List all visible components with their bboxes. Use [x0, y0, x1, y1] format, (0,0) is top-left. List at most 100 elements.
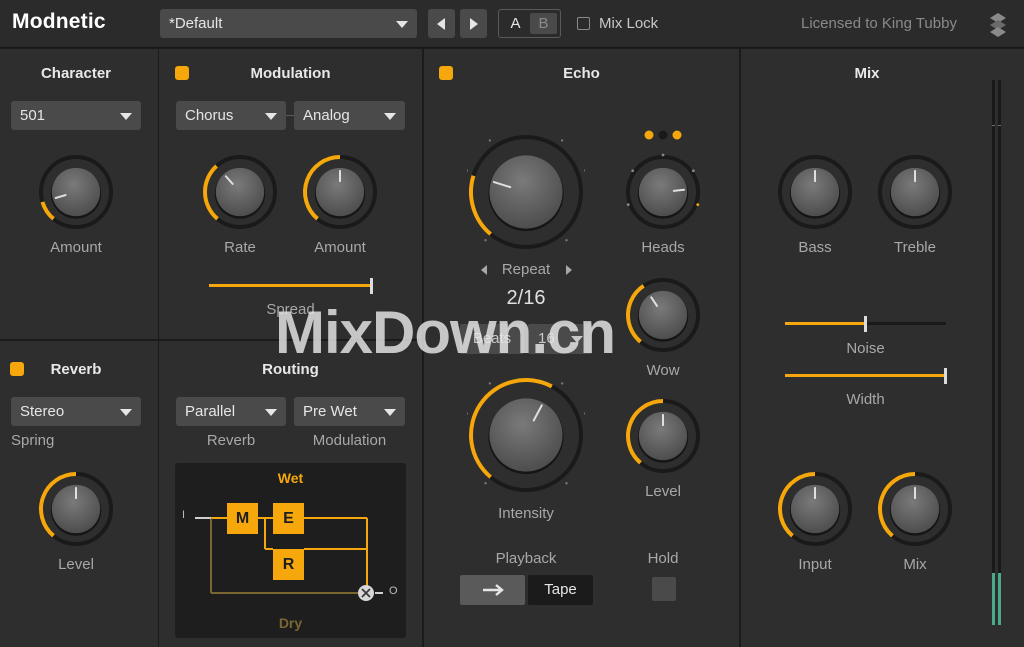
brand-logo-icon — [990, 13, 1006, 37]
mix-bass-label: Bass — [798, 239, 832, 256]
chevron-down-icon — [384, 409, 396, 416]
noise-label: Noise — [846, 340, 885, 357]
chevron-down-icon — [120, 409, 132, 416]
reverb-title: Reverb — [50, 361, 102, 378]
knob-graphic — [463, 127, 589, 249]
routing-reverb-dropdown[interactable]: Parallel — [176, 397, 286, 426]
mix-title: Mix — [854, 65, 880, 82]
knob-graphic — [39, 472, 113, 546]
width-slider-handle[interactable] — [944, 368, 947, 384]
app-title: Modnetic — [12, 10, 106, 33]
preset-name: *Default — [169, 15, 223, 32]
ab-a-button[interactable]: A — [502, 13, 529, 34]
knob-graphic — [626, 153, 700, 229]
hold-toggle[interactable] — [652, 577, 676, 601]
mix-mix-label: Mix — [903, 556, 927, 573]
knob-graphic — [778, 472, 852, 546]
output-meter-right-peak — [998, 125, 1001, 126]
noise-slider-fill — [785, 322, 866, 325]
triangle-left-icon — [437, 18, 445, 30]
routing-block-echo[interactable]: E — [273, 503, 304, 534]
reverb-level-label: Level — [58, 556, 94, 573]
modulation-type-value: Chorus — [185, 107, 234, 124]
routing-block-reverb[interactable]: R — [273, 549, 304, 580]
prev-preset-button[interactable] — [428, 9, 455, 38]
playback-direction-button[interactable] — [460, 575, 525, 605]
modulation-amount-label: Amount — [314, 239, 366, 256]
output-meter-left-level — [992, 573, 995, 625]
output-meter-right-level — [998, 573, 1001, 625]
routing-modulation-dropdown[interactable]: Pre Wet — [294, 397, 405, 426]
echo-heads-knob[interactable] — [624, 153, 702, 236]
mix-mix-knob[interactable] — [876, 470, 954, 553]
next-preset-button[interactable] — [460, 9, 487, 38]
routing-modulation-label: Modulation — [312, 432, 387, 449]
modulation-type-dropdown[interactable]: Chorus — [176, 101, 286, 130]
knob-graphic — [39, 155, 113, 229]
ab-compare-group: A B — [498, 9, 561, 38]
chevron-down-icon — [384, 113, 396, 120]
width-slider-fill — [785, 374, 946, 377]
noise-slider-handle[interactable] — [863, 316, 867, 332]
spread-slider-track[interactable] — [209, 284, 372, 287]
character-model-dropdown[interactable]: 501 — [11, 101, 141, 130]
spread-slider-fill — [209, 284, 372, 287]
echo-wow-label: Wow — [646, 362, 680, 379]
dry-label: Dry — [278, 615, 303, 631]
character-amount-knob[interactable] — [37, 153, 115, 236]
echo-level-knob[interactable] — [624, 397, 702, 480]
modulation-mode-value: Analog — [303, 107, 350, 124]
repeat-prev-icon[interactable] — [481, 265, 487, 275]
echo-title: Echo — [563, 65, 600, 82]
echo-wow-knob[interactable] — [624, 276, 702, 359]
width-slider-track[interactable] — [785, 374, 946, 377]
modulation-amount-knob[interactable] — [301, 153, 379, 236]
repeat-label: Repeat — [501, 261, 551, 278]
routing-diagram: Wet Dry I O M E R — [175, 463, 406, 638]
character-title: Character — [40, 65, 112, 82]
reverb-type-value: Stereo — [20, 403, 65, 420]
reverb-type-dropdown[interactable]: Stereo — [11, 397, 141, 426]
knob-graphic — [463, 370, 589, 492]
mix-bass-knob[interactable] — [776, 153, 854, 236]
playback-mode-button[interactable]: Tape — [528, 575, 593, 605]
knob-graphic — [303, 155, 377, 229]
triangle-right-icon — [470, 18, 478, 30]
reverb-level-knob[interactable] — [37, 470, 115, 553]
mix-lock-label[interactable]: Mix Lock — [599, 15, 658, 32]
modulation-connector — [286, 115, 294, 116]
modulation-mode-dropdown[interactable]: Analog — [294, 101, 405, 130]
mix-lock-checkbox[interactable] — [577, 17, 590, 30]
repeat-next-icon[interactable] — [566, 265, 572, 275]
mix-treble-label: Treble — [894, 239, 936, 256]
watermark-text: MixDown.cn — [275, 299, 616, 366]
output-meter-right — [998, 80, 1001, 625]
chevron-down-icon — [396, 21, 408, 28]
routing-in-label: I — [182, 509, 186, 521]
preset-dropdown[interactable]: *Default — [160, 9, 417, 38]
output-meter-left-peak — [992, 125, 995, 126]
modulation-panel — [159, 49, 422, 339]
echo-intensity-knob[interactable] — [463, 370, 589, 499]
knob-graphic — [626, 399, 700, 473]
routing-block-modulation[interactable]: M — [227, 503, 258, 534]
playback-label: Playback — [495, 550, 557, 567]
mix-treble-knob[interactable] — [876, 153, 954, 236]
chevron-down-icon — [265, 409, 277, 416]
echo-repeat-knob[interactable] — [463, 127, 589, 256]
modulation-rate-knob[interactable] — [201, 153, 279, 236]
mix-input-knob[interactable] — [776, 470, 854, 553]
knob-graphic — [203, 155, 277, 229]
license-text: Licensed to King Tubby — [801, 15, 957, 32]
character-amount-label: Amount — [50, 239, 102, 256]
routing-modulation-value: Pre Wet — [303, 403, 357, 420]
echo-heads-label: Heads — [641, 239, 685, 256]
knob-graphic — [878, 472, 952, 546]
routing-out-label: O — [389, 585, 398, 597]
ab-b-button[interactable]: B — [530, 13, 557, 34]
spread-slider-handle[interactable] — [370, 278, 373, 294]
modulation-rate-label: Rate — [224, 239, 256, 256]
echo-intensity-label: Intensity — [498, 505, 554, 522]
chevron-down-icon — [120, 113, 132, 120]
knob-graphic — [878, 155, 952, 229]
